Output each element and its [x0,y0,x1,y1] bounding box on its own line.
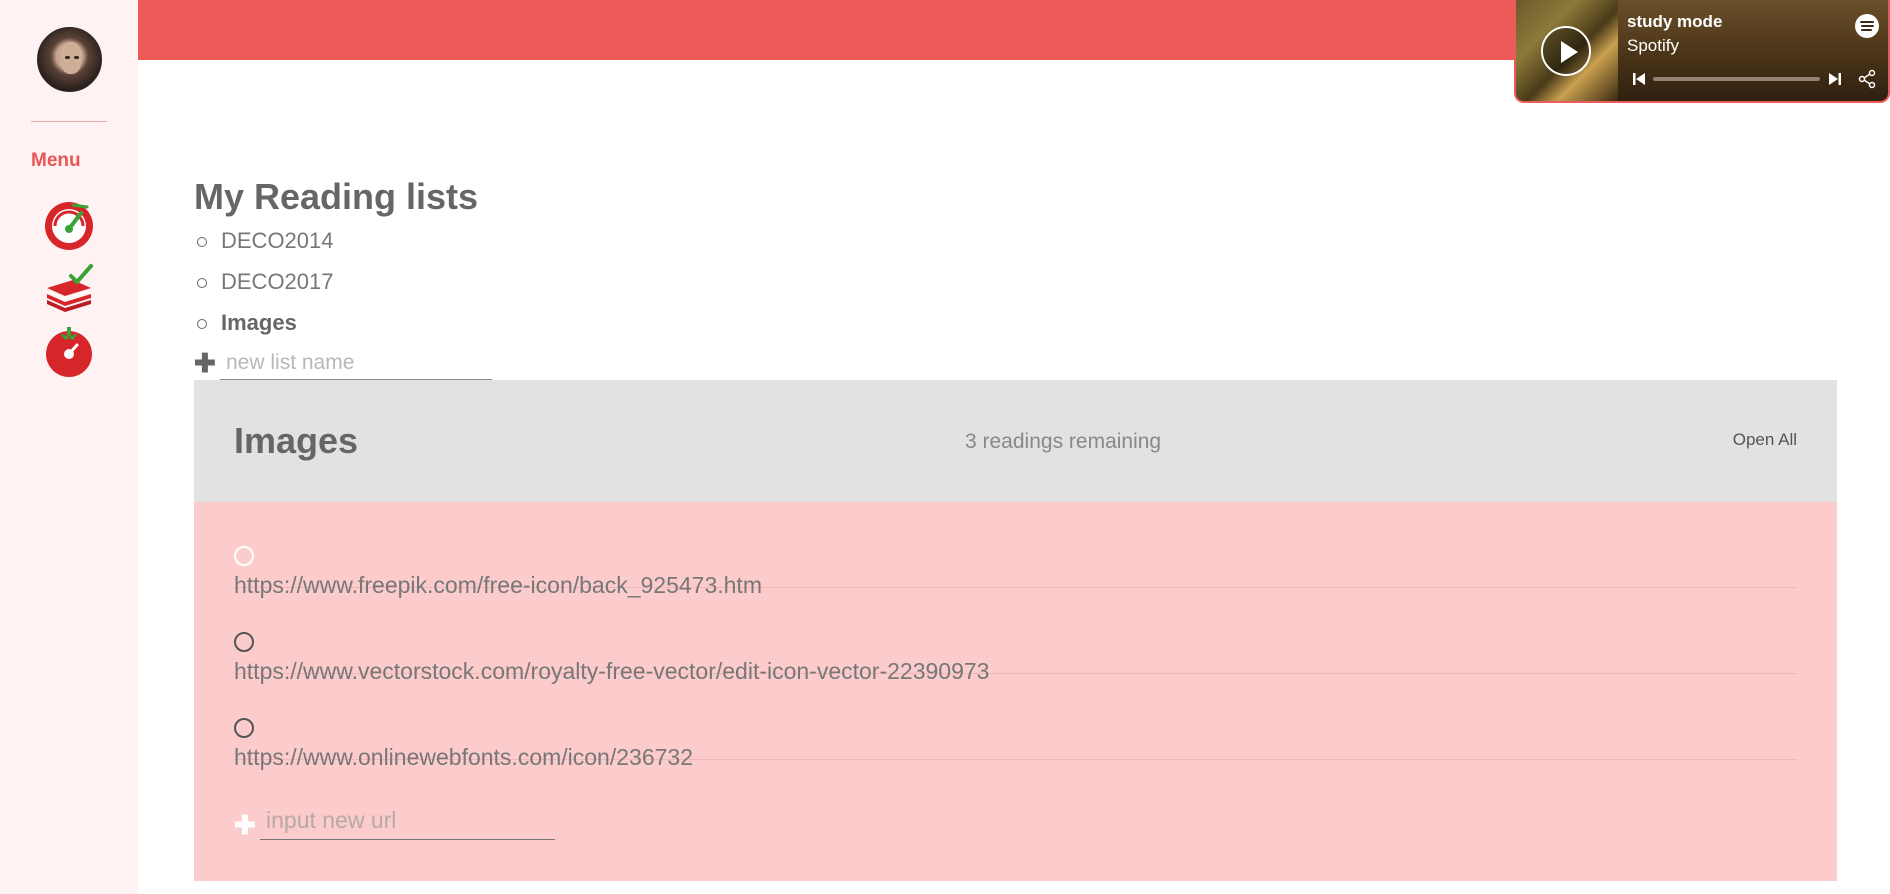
play-button[interactable] [1541,26,1591,76]
books-check-icon[interactable] [43,262,95,314]
plus-icon[interactable]: ✚ [234,812,256,838]
progress-track[interactable] [1653,77,1820,81]
player-source: Spotify [1627,36,1679,55]
panel-title: Images [234,420,359,461]
avatar-eye [74,56,79,59]
playlist-title: study mode [1627,12,1723,31]
reading-list-item-active[interactable]: Images [194,304,334,345]
list-panel-body: https://www.freepik.com/free-icon/back_9… [194,502,1837,881]
tomato-timer-icon[interactable] [43,325,95,377]
reading-url[interactable]: https://www.onlinewebfonts.com/icon/2367… [234,744,693,771]
page-title: My Reading lists [194,176,479,217]
sidebar-divider [31,121,107,122]
complete-radio[interactable] [234,632,254,652]
list-item: https://www.onlinewebfonts.com/icon/2367… [234,674,1797,770]
reading-list-item[interactable]: DECO2014 [194,222,334,263]
new-url-input[interactable] [260,802,555,840]
avatar-eye [65,56,70,59]
list-item: https://www.vectorstock.com/royalty-free… [234,588,1797,684]
next-track-icon[interactable] [1828,71,1842,87]
new-list-input[interactable] [220,346,492,380]
complete-radio[interactable] [234,718,254,738]
album-art [1516,0,1618,101]
menu-label: Menu [31,150,81,171]
complete-radio[interactable] [234,546,254,566]
remaining-count: 3 readings remaining [965,430,1162,453]
previous-track-icon[interactable] [1632,71,1646,87]
speedometer-icon[interactable] [43,199,95,251]
share-icon[interactable] [1857,69,1877,89]
sidebar: Menu [0,0,138,894]
reading-list-nav: DECO2014 DECO2017 Images [194,222,334,345]
plus-icon[interactable]: ✚ [194,350,216,376]
open-all-button[interactable]: Open All [1733,430,1797,450]
list-item: https://www.freepik.com/free-icon/back_9… [234,502,1797,598]
list-panel-header: Images 3 readings remaining Open All [194,380,1837,502]
new-url-row: ✚ [234,802,634,840]
avatar[interactable] [37,27,102,92]
spotify-player: study mode Spotify [1514,0,1890,103]
reading-list-item[interactable]: DECO2017 [194,263,334,304]
spotify-logo-icon[interactable] [1855,14,1879,38]
